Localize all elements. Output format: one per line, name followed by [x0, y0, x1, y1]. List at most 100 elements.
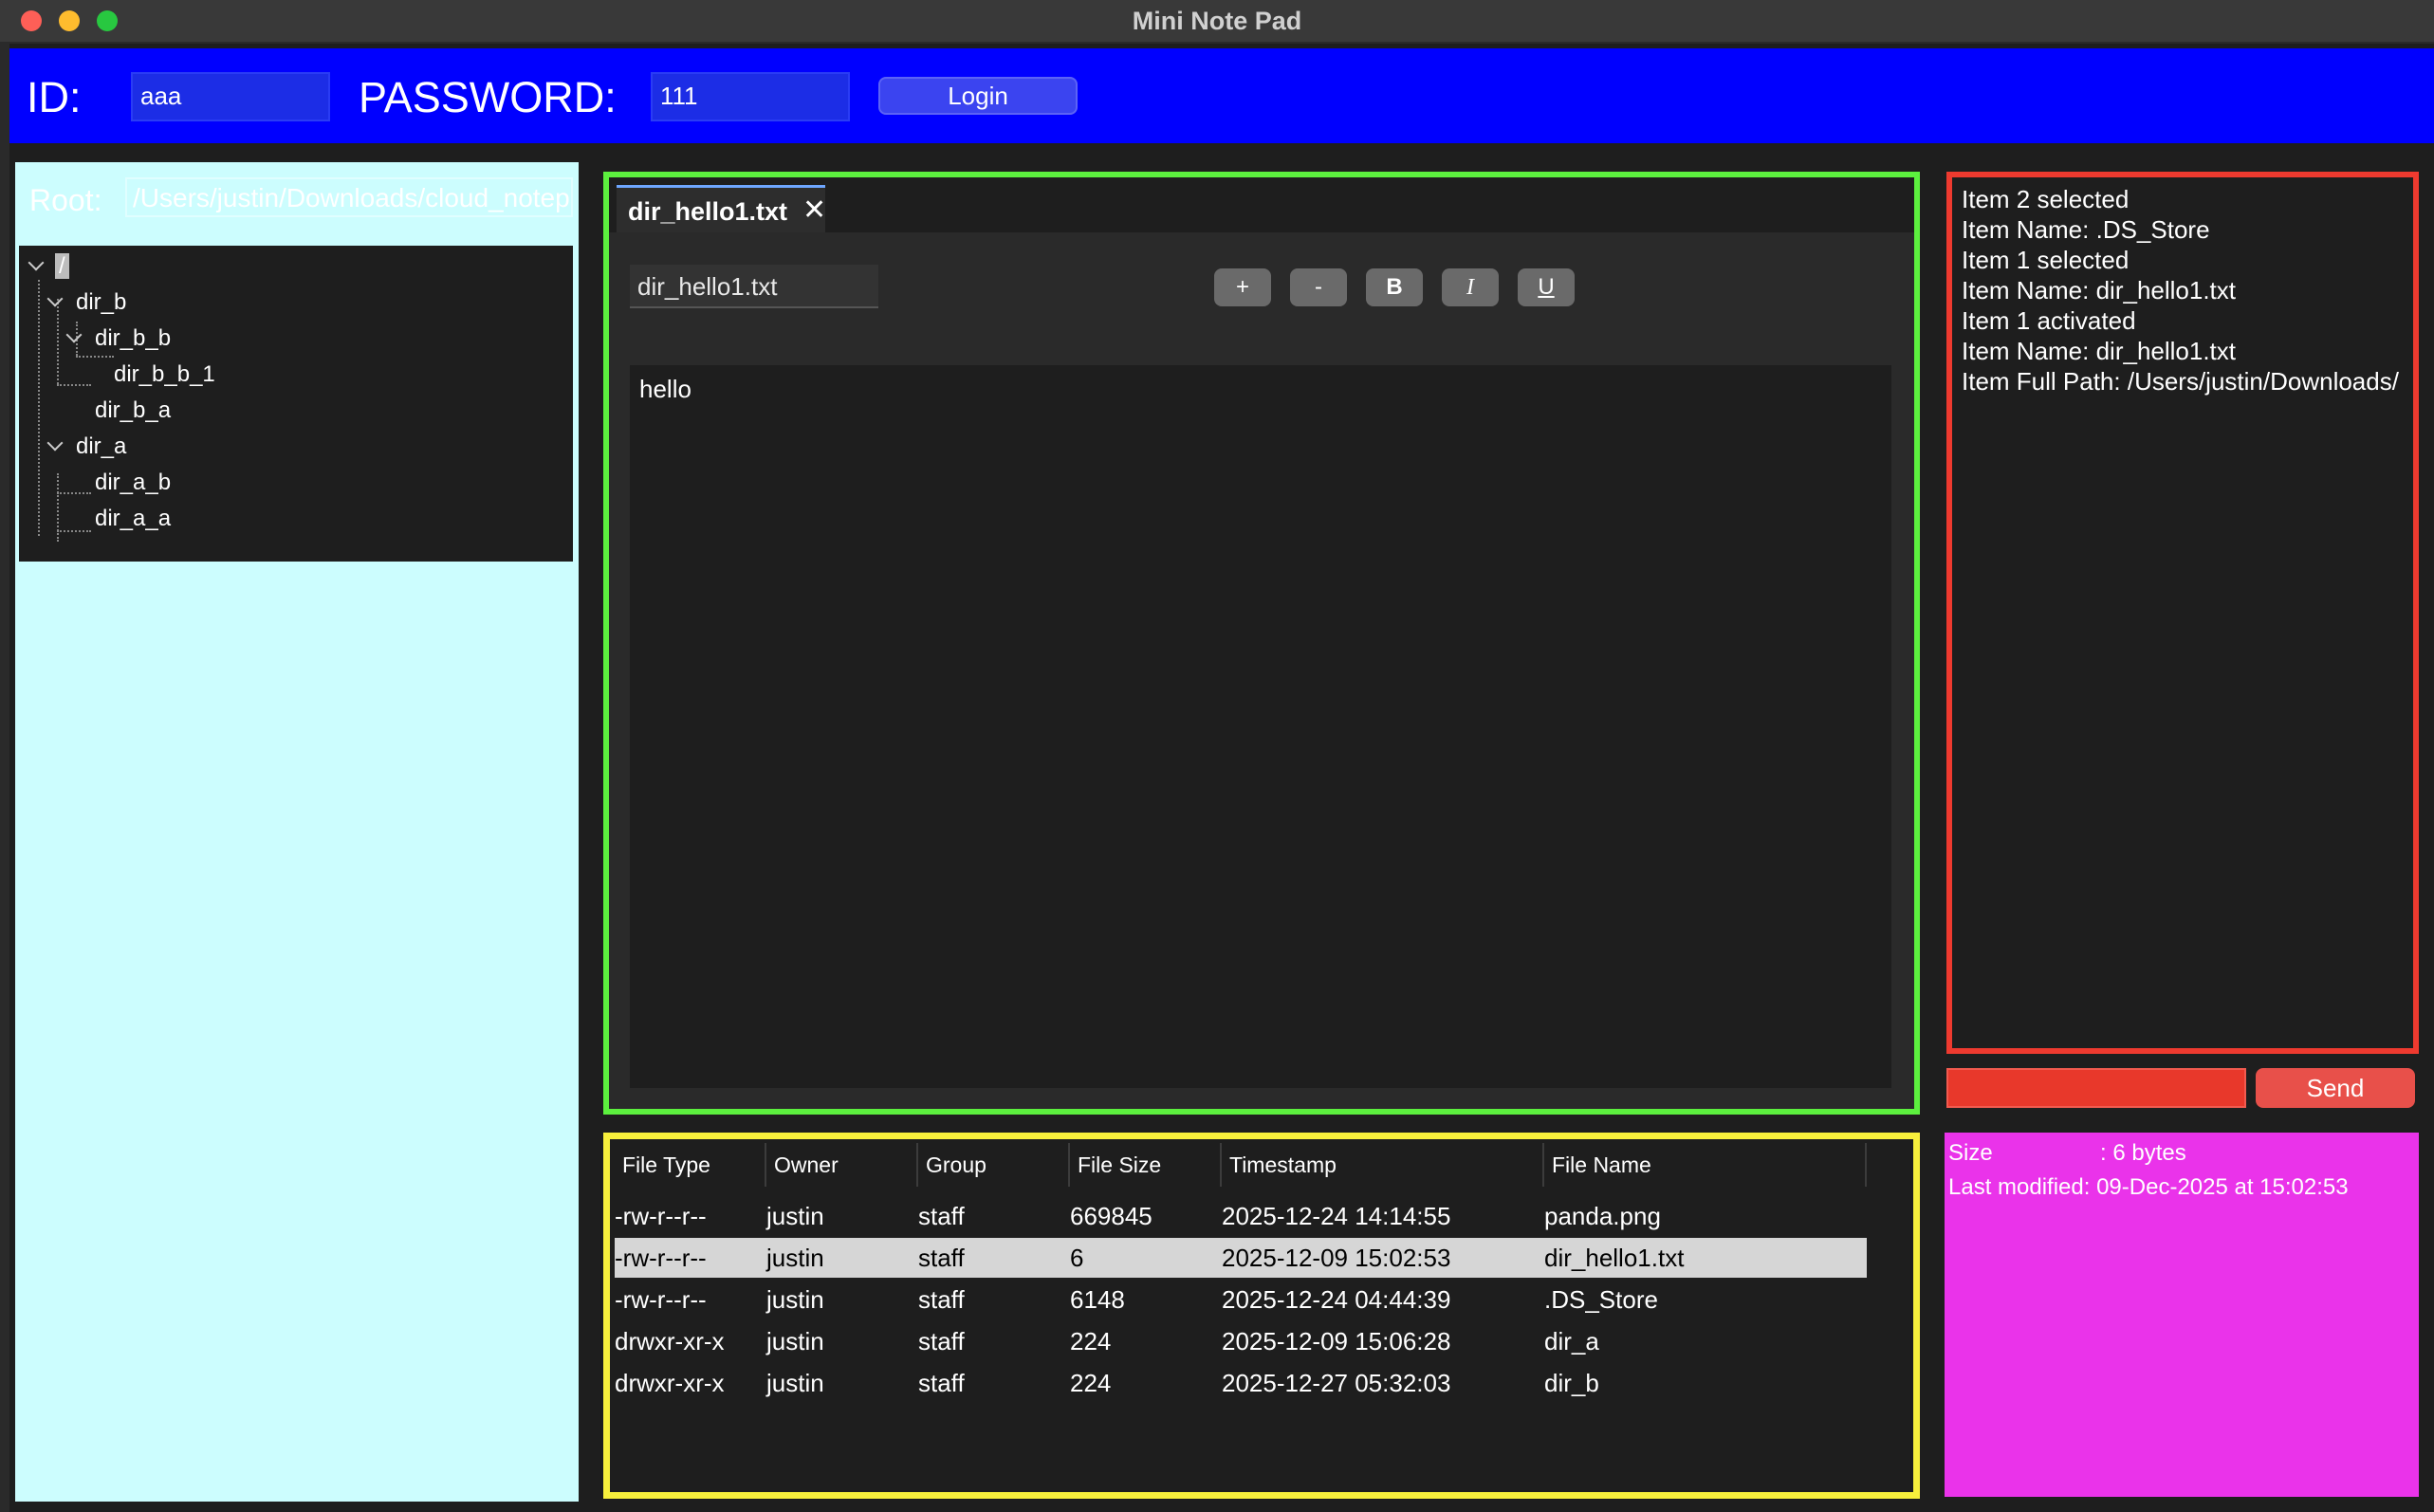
cell-file-size: 6148: [1070, 1285, 1125, 1314]
log-line: Item Full Path: /Users/justin/Downloads/: [1962, 367, 2399, 396]
log-panel[interactable]: Item 2 selected Item Name: .DS_Store Ite…: [1946, 172, 2419, 1054]
login-bar: ID: aaa PASSWORD: 111 Login: [9, 48, 2434, 143]
close-icon[interactable]: ✕: [802, 194, 826, 227]
file-info-panel: Size : 6 bytes Last modified: 09-Dec-202…: [1945, 1133, 2419, 1497]
table-row-selected[interactable]: -rw-r--r-- justin staff 6 2025-12-09 15:…: [615, 1238, 1867, 1278]
cell-owner: justin: [766, 1327, 824, 1355]
column-header-file-size[interactable]: File Size: [1070, 1143, 1222, 1187]
chevron-down-icon[interactable]: [65, 326, 83, 343]
cell-timestamp: 2025-12-24 04:44:39: [1222, 1285, 1451, 1314]
tab-dir-hello1[interactable]: dir_hello1.txt ✕: [617, 185, 826, 232]
message-input[interactable]: [1946, 1068, 2246, 1108]
cell-timestamp: 2025-12-24 14:14:55: [1222, 1202, 1451, 1230]
cell-file-size: 224: [1070, 1327, 1112, 1355]
cell-owner: justin: [766, 1244, 824, 1272]
cell-file-type: drwxr-xr-x: [615, 1369, 725, 1397]
tree-item-dir-b-a[interactable]: dir_b_a: [95, 394, 171, 428]
root-label: Root:: [29, 183, 102, 217]
log-line: Item 1 selected: [1962, 246, 2130, 274]
tree-guide: [57, 384, 91, 386]
italic-button[interactable]: I: [1442, 268, 1499, 306]
password-input[interactable]: 111: [651, 72, 850, 121]
cell-file-name: dir_hello1.txt: [1544, 1244, 1685, 1272]
cell-timestamp: 2025-12-27 05:32:03: [1222, 1369, 1451, 1397]
root-path-input[interactable]: /Users/justin/Downloads/cloud_notepad: [125, 177, 573, 217]
cell-group: staff: [918, 1244, 965, 1272]
window-edge: [0, 44, 9, 1512]
log-line: Item 2 selected: [1962, 185, 2130, 213]
cell-owner: justin: [766, 1202, 824, 1230]
cell-timestamp: 2025-12-09 15:06:28: [1222, 1327, 1451, 1355]
cell-file-name: dir_a: [1544, 1327, 1599, 1355]
tree-item-dir-a-a[interactable]: dir_a_a: [95, 502, 171, 536]
window-title: Mini Note Pad: [1132, 7, 1302, 35]
table-row[interactable]: drwxr-xr-x justin staff 224 2025-12-09 1…: [615, 1321, 1867, 1361]
file-size-info: Size : 6 bytes: [1948, 1140, 2186, 1166]
cell-file-name: panda.png: [1544, 1202, 1661, 1230]
cell-file-type: -rw-r--r--: [615, 1202, 707, 1230]
tree-guide: [76, 356, 114, 358]
tree-guide: [57, 299, 59, 384]
file-table-panel: File Type Owner Group File Size Timestam…: [603, 1133, 1920, 1499]
cell-file-size: 224: [1070, 1369, 1112, 1397]
tab-bar: dir_hello1.txt ✕: [609, 177, 1914, 232]
tree-item-dir-b-b[interactable]: dir_b_b: [95, 322, 171, 356]
cell-group: staff: [918, 1369, 965, 1397]
cell-timestamp: 2025-12-09 15:02:53: [1222, 1244, 1451, 1272]
tree-item-dir-a[interactable]: dir_a: [76, 430, 126, 464]
login-button[interactable]: Login: [878, 77, 1078, 115]
cell-group: staff: [918, 1285, 965, 1314]
log-line: Item Name: dir_hello1.txt: [1962, 337, 2237, 365]
tab-label: dir_hello1.txt: [628, 197, 788, 226]
id-input[interactable]: aaa: [131, 72, 330, 121]
cell-file-type: drwxr-xr-x: [615, 1327, 725, 1355]
log-line: Item Name: dir_hello1.txt: [1962, 276, 2237, 304]
table-row[interactable]: drwxr-xr-x justin staff 224 2025-12-27 0…: [615, 1363, 1867, 1403]
cell-file-type: -rw-r--r--: [615, 1244, 707, 1272]
explorer-panel: Root: /Users/justin/Downloads/cloud_note…: [15, 162, 579, 1502]
tree-item-dir-b[interactable]: dir_b: [76, 286, 126, 320]
column-header-file-name[interactable]: File Name: [1544, 1143, 1867, 1187]
log-line: Item 1 activated: [1962, 306, 2136, 335]
tree-guide: [38, 280, 40, 536]
id-label: ID:: [27, 73, 82, 121]
chevron-down-icon[interactable]: [46, 290, 64, 307]
log-line: Item Name: .DS_Store: [1962, 215, 2210, 244]
bold-button[interactable]: B: [1366, 268, 1423, 306]
chevron-down-icon[interactable]: [28, 254, 45, 271]
cell-group: staff: [918, 1202, 965, 1230]
last-modified-info: Last modified: 09-Dec-2025 at 15:02:53: [1948, 1174, 2349, 1200]
increase-font-button[interactable]: +: [1214, 268, 1271, 306]
password-label: PASSWORD:: [359, 73, 617, 121]
table-header: File Type Owner Group File Size Timestam…: [615, 1143, 1908, 1187]
column-header-timestamp[interactable]: Timestamp: [1222, 1143, 1544, 1187]
tree-guide: [57, 492, 91, 494]
chevron-down-icon[interactable]: [46, 434, 64, 452]
tree-item-label: /: [55, 253, 69, 279]
tree-item-dir-a-b[interactable]: dir_a_b: [95, 466, 171, 500]
send-button[interactable]: Send: [2256, 1068, 2415, 1108]
table-row[interactable]: -rw-r--r-- justin staff 669845 2025-12-2…: [615, 1196, 1867, 1236]
table-row[interactable]: -rw-r--r-- justin staff 6148 2025-12-24 …: [615, 1280, 1867, 1319]
tree-guide: [57, 530, 91, 532]
decrease-font-button[interactable]: -: [1290, 268, 1347, 306]
cell-file-size: 6: [1070, 1244, 1084, 1272]
title-bar: Mini Note Pad: [0, 0, 2434, 44]
text-editor[interactable]: hello: [630, 365, 1891, 1088]
column-header-owner[interactable]: Owner: [766, 1143, 918, 1187]
cell-group: staff: [918, 1327, 965, 1355]
editor-panel: dir_hello1.txt ✕ dir_hello1.txt + - B I …: [603, 172, 1920, 1115]
cell-file-name: .DS_Store: [1544, 1285, 1658, 1314]
underline-button[interactable]: U: [1518, 268, 1575, 306]
cell-file-type: -rw-r--r--: [615, 1285, 707, 1314]
column-header-file-type[interactable]: File Type: [615, 1143, 766, 1187]
tree-item-root[interactable]: /: [55, 249, 69, 284]
tree-item-dir-b-b-1[interactable]: dir_b_b_1: [114, 358, 215, 392]
cell-file-size: 669845: [1070, 1202, 1152, 1230]
cell-owner: justin: [766, 1369, 824, 1397]
directory-tree[interactable]: / dir_b dir_b_b dir_b_b_1 dir_b_a dir_a …: [19, 246, 573, 562]
cell-file-name: dir_b: [1544, 1369, 1599, 1397]
cell-owner: justin: [766, 1285, 824, 1314]
column-header-group[interactable]: Group: [918, 1143, 1070, 1187]
filename-input[interactable]: dir_hello1.txt: [630, 265, 878, 308]
